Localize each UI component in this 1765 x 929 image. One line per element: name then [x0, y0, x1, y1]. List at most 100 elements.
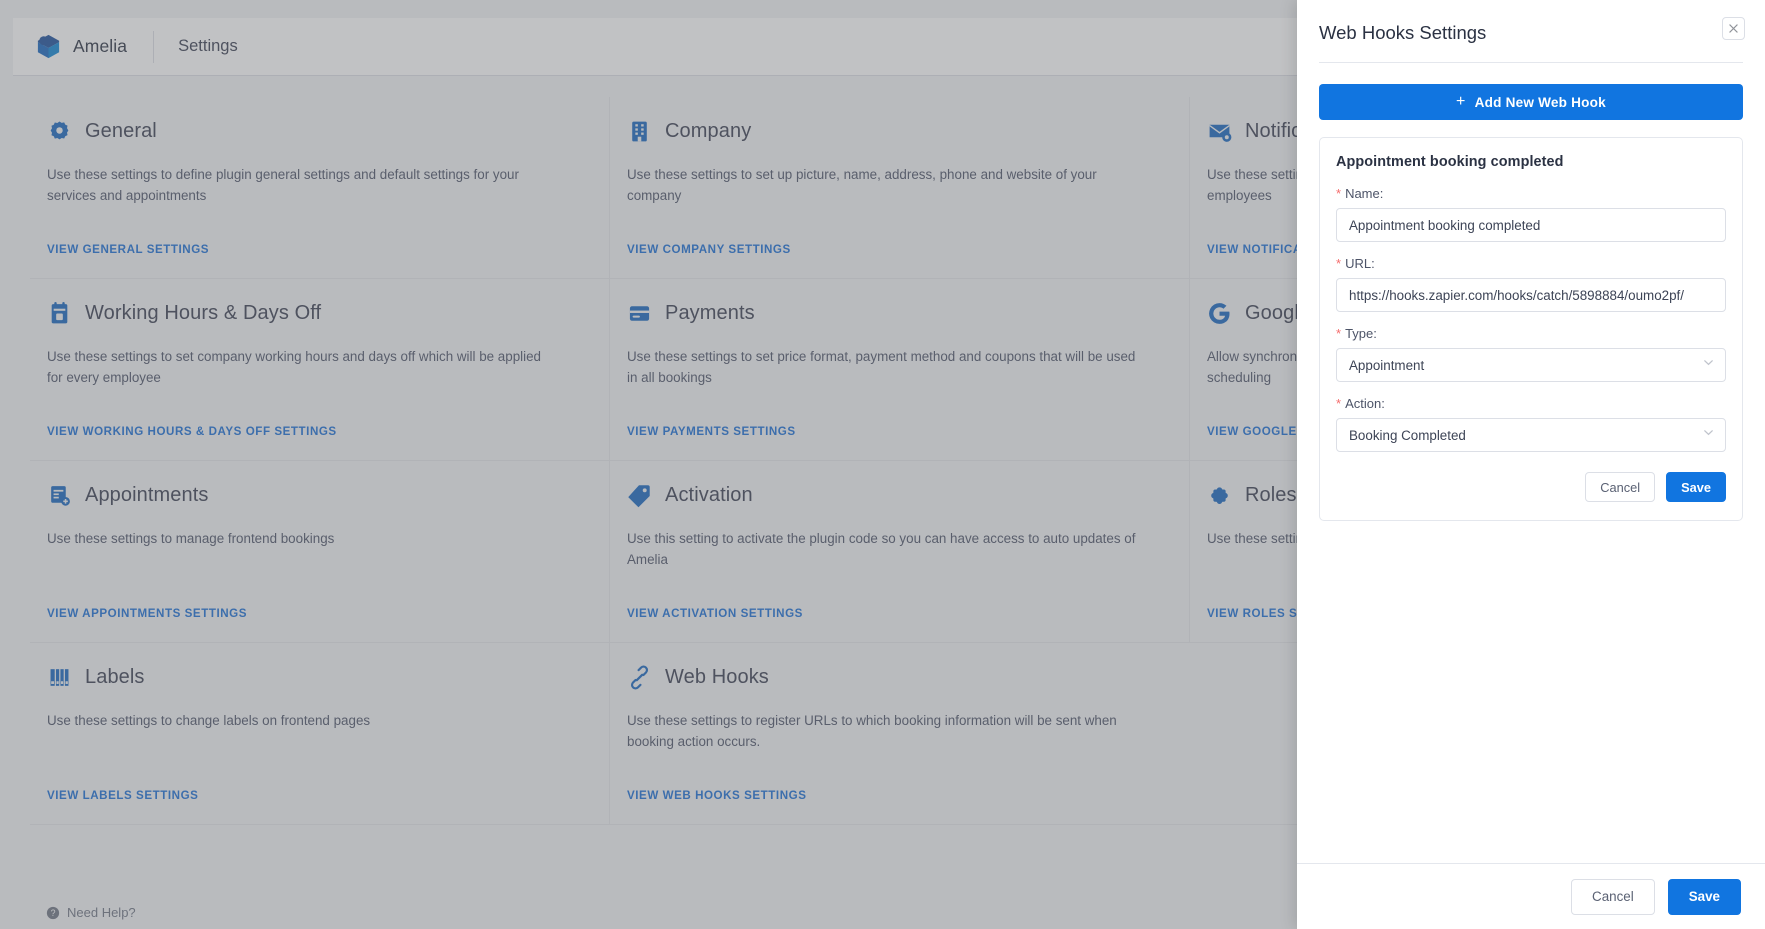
building-icon	[627, 119, 652, 144]
card-description: Use these settings to set up picture, na…	[627, 167, 1097, 203]
card-description: Use this setting to activate the plugin …	[627, 531, 1136, 567]
settings-card-activation: Activation Use this setting to activate t…	[610, 461, 1190, 642]
web-hook-card: Appointment booking completed *Name:*URL…	[1319, 137, 1743, 521]
field-label-text: Type:	[1345, 326, 1377, 341]
name-input[interactable]	[1336, 208, 1726, 242]
card-title: Web Hooks	[665, 666, 769, 688]
card-save-button[interactable]: Save	[1666, 472, 1726, 502]
card-link[interactable]: VIEW WORKING HOURS & DAYS OFF SETTINGS	[47, 425, 337, 438]
card-title: Company	[665, 120, 752, 142]
close-icon[interactable]	[1722, 17, 1745, 40]
topbar-divider	[153, 30, 155, 63]
action-select-wrap: Booking Completed	[1336, 418, 1726, 452]
card-description: Use these settings to define plugin gene…	[47, 167, 519, 203]
plus-icon: +	[1456, 93, 1466, 110]
drawer-footer: Cancel Save	[1297, 863, 1765, 929]
required-asterisk: *	[1336, 256, 1342, 271]
gear-icon	[47, 119, 72, 144]
drawer-title: Web Hooks Settings	[1319, 22, 1487, 43]
field-action: * Action: Booking Completed	[1336, 396, 1726, 452]
card-title: Payments	[665, 302, 755, 324]
card-description: Use these settings to manage frontend bo…	[47, 531, 335, 546]
tag-icon	[627, 483, 652, 508]
web-hook-card-title: Appointment booking completed	[1336, 154, 1564, 170]
field-label: * Type:	[1336, 326, 1726, 341]
required-asterisk: *	[1336, 326, 1342, 341]
card-title: Working Hours & Days Off	[85, 302, 322, 324]
settings-card-web-hooks: Web Hooks Use these settings to register …	[610, 643, 1190, 824]
card-link[interactable]: VIEW COMPANY SETTINGS	[627, 243, 791, 256]
google-icon	[1207, 301, 1232, 326]
card-title: Activation	[665, 484, 753, 506]
field-label-text: Name:	[1345, 186, 1384, 201]
card-description: Use these settings to register URLs to w…	[627, 713, 1117, 749]
books-icon	[47, 665, 72, 690]
required-asterisk: *	[1336, 186, 1342, 201]
card-header: Web Hooks	[627, 665, 1166, 690]
settings-card-general: General Use these settings to define plug…	[30, 97, 610, 278]
card-description: Use these settings to change labels on f…	[47, 713, 371, 728]
settings-card-labels: Labels Use these settings to change label…	[30, 643, 610, 824]
settings-card-appointments: Appointments Use these settings to manage…	[30, 461, 610, 642]
settings-card-working-hours-days-off: Working Hours & Days Off Use these settin…	[30, 279, 610, 460]
drawer-save-button[interactable]: Save	[1667, 878, 1741, 915]
card-link[interactable]: VIEW PAYMENTS SETTINGS	[627, 425, 796, 438]
settings-card-company: Company Use these settings to set up pict…	[610, 97, 1190, 278]
card-link[interactable]: VIEW GENERAL SETTINGS	[47, 243, 209, 256]
card-header: Payments	[627, 301, 1165, 326]
field-label: * Action:	[1336, 396, 1726, 411]
wp-left-gutter	[0, 0, 13, 929]
calendar-icon	[47, 301, 72, 326]
card-header: Labels	[47, 665, 585, 690]
field-url: * URL:	[1336, 256, 1726, 312]
web-hooks-drawer: Web Hooks Settings + Add New Web Hook Ap…	[1297, 0, 1765, 929]
credit-card-icon	[627, 301, 652, 326]
card-title: General	[85, 120, 157, 142]
field-label-text: Action:	[1345, 396, 1385, 411]
drawer-cancel-button[interactable]: Cancel	[1571, 878, 1655, 915]
card-cancel-button[interactable]: Cancel	[1585, 472, 1656, 502]
amelia-cube-logo-icon	[35, 33, 62, 60]
app-root: Amelia Settings General Use these setting…	[0, 0, 1765, 929]
settings-card-payments: Payments Use these settings to set price …	[610, 279, 1190, 460]
card-link[interactable]: VIEW APPOINTMENTS SETTINGS	[47, 607, 247, 620]
field-label: * Name:	[1336, 186, 1726, 201]
web-hook-card-actions: Cancel Save	[1336, 472, 1726, 502]
drawer-body: + Add New Web Hook Appointment booking c…	[1297, 63, 1765, 863]
brand-name: Amelia	[73, 36, 128, 56]
card-description: Use these settings to set company workin…	[47, 349, 541, 385]
field-name: * Name:	[1336, 186, 1726, 242]
field-type: * Type: Appointment	[1336, 326, 1726, 382]
add-new-web-hook-label: Add New Web Hook	[1474, 94, 1606, 110]
type-select-wrap: Appointment	[1336, 348, 1726, 382]
card-link[interactable]: VIEW WEB HOOKS SETTINGS	[627, 789, 806, 802]
card-header: Working Hours & Days Off	[47, 301, 585, 326]
card-link[interactable]: VIEW ACTIVATION SETTINGS	[627, 607, 803, 620]
field-label-text: URL:	[1345, 256, 1375, 271]
appointment-calendar-icon	[47, 483, 72, 508]
card-link[interactable]: VIEW LABELS SETTINGS	[47, 789, 198, 802]
webhook-icon	[627, 665, 652, 690]
card-header: General	[47, 119, 585, 144]
need-help[interactable]: ? Need Help?	[46, 905, 136, 920]
need-help-label: Need Help?	[67, 905, 136, 920]
field-label: * URL:	[1336, 256, 1726, 271]
card-title: Appointments	[85, 484, 209, 506]
required-asterisk: *	[1336, 396, 1342, 411]
question-circle-icon: ?	[46, 906, 60, 920]
card-header: Company	[627, 119, 1165, 144]
card-title: Labels	[85, 666, 145, 688]
card-header: Appointments	[47, 483, 585, 508]
envelope-gear-icon	[1207, 119, 1232, 144]
card-description: Use these settings to set price format, …	[627, 349, 1136, 385]
web-hook-fields: *Name:*URL:*Type:Appointment*Action:Book…	[1336, 186, 1726, 452]
card-header: Activation	[627, 483, 1165, 508]
drawer-header: Web Hooks Settings	[1297, 0, 1765, 62]
brand: Amelia	[13, 33, 127, 60]
url-input[interactable]	[1336, 278, 1726, 312]
puzzle-icon	[1207, 483, 1232, 508]
type-select[interactable]: Appointment	[1336, 348, 1726, 382]
page-title: Settings	[178, 37, 238, 55]
action-select[interactable]: Booking Completed	[1336, 418, 1726, 452]
add-new-web-hook-button[interactable]: + Add New Web Hook	[1319, 84, 1743, 120]
